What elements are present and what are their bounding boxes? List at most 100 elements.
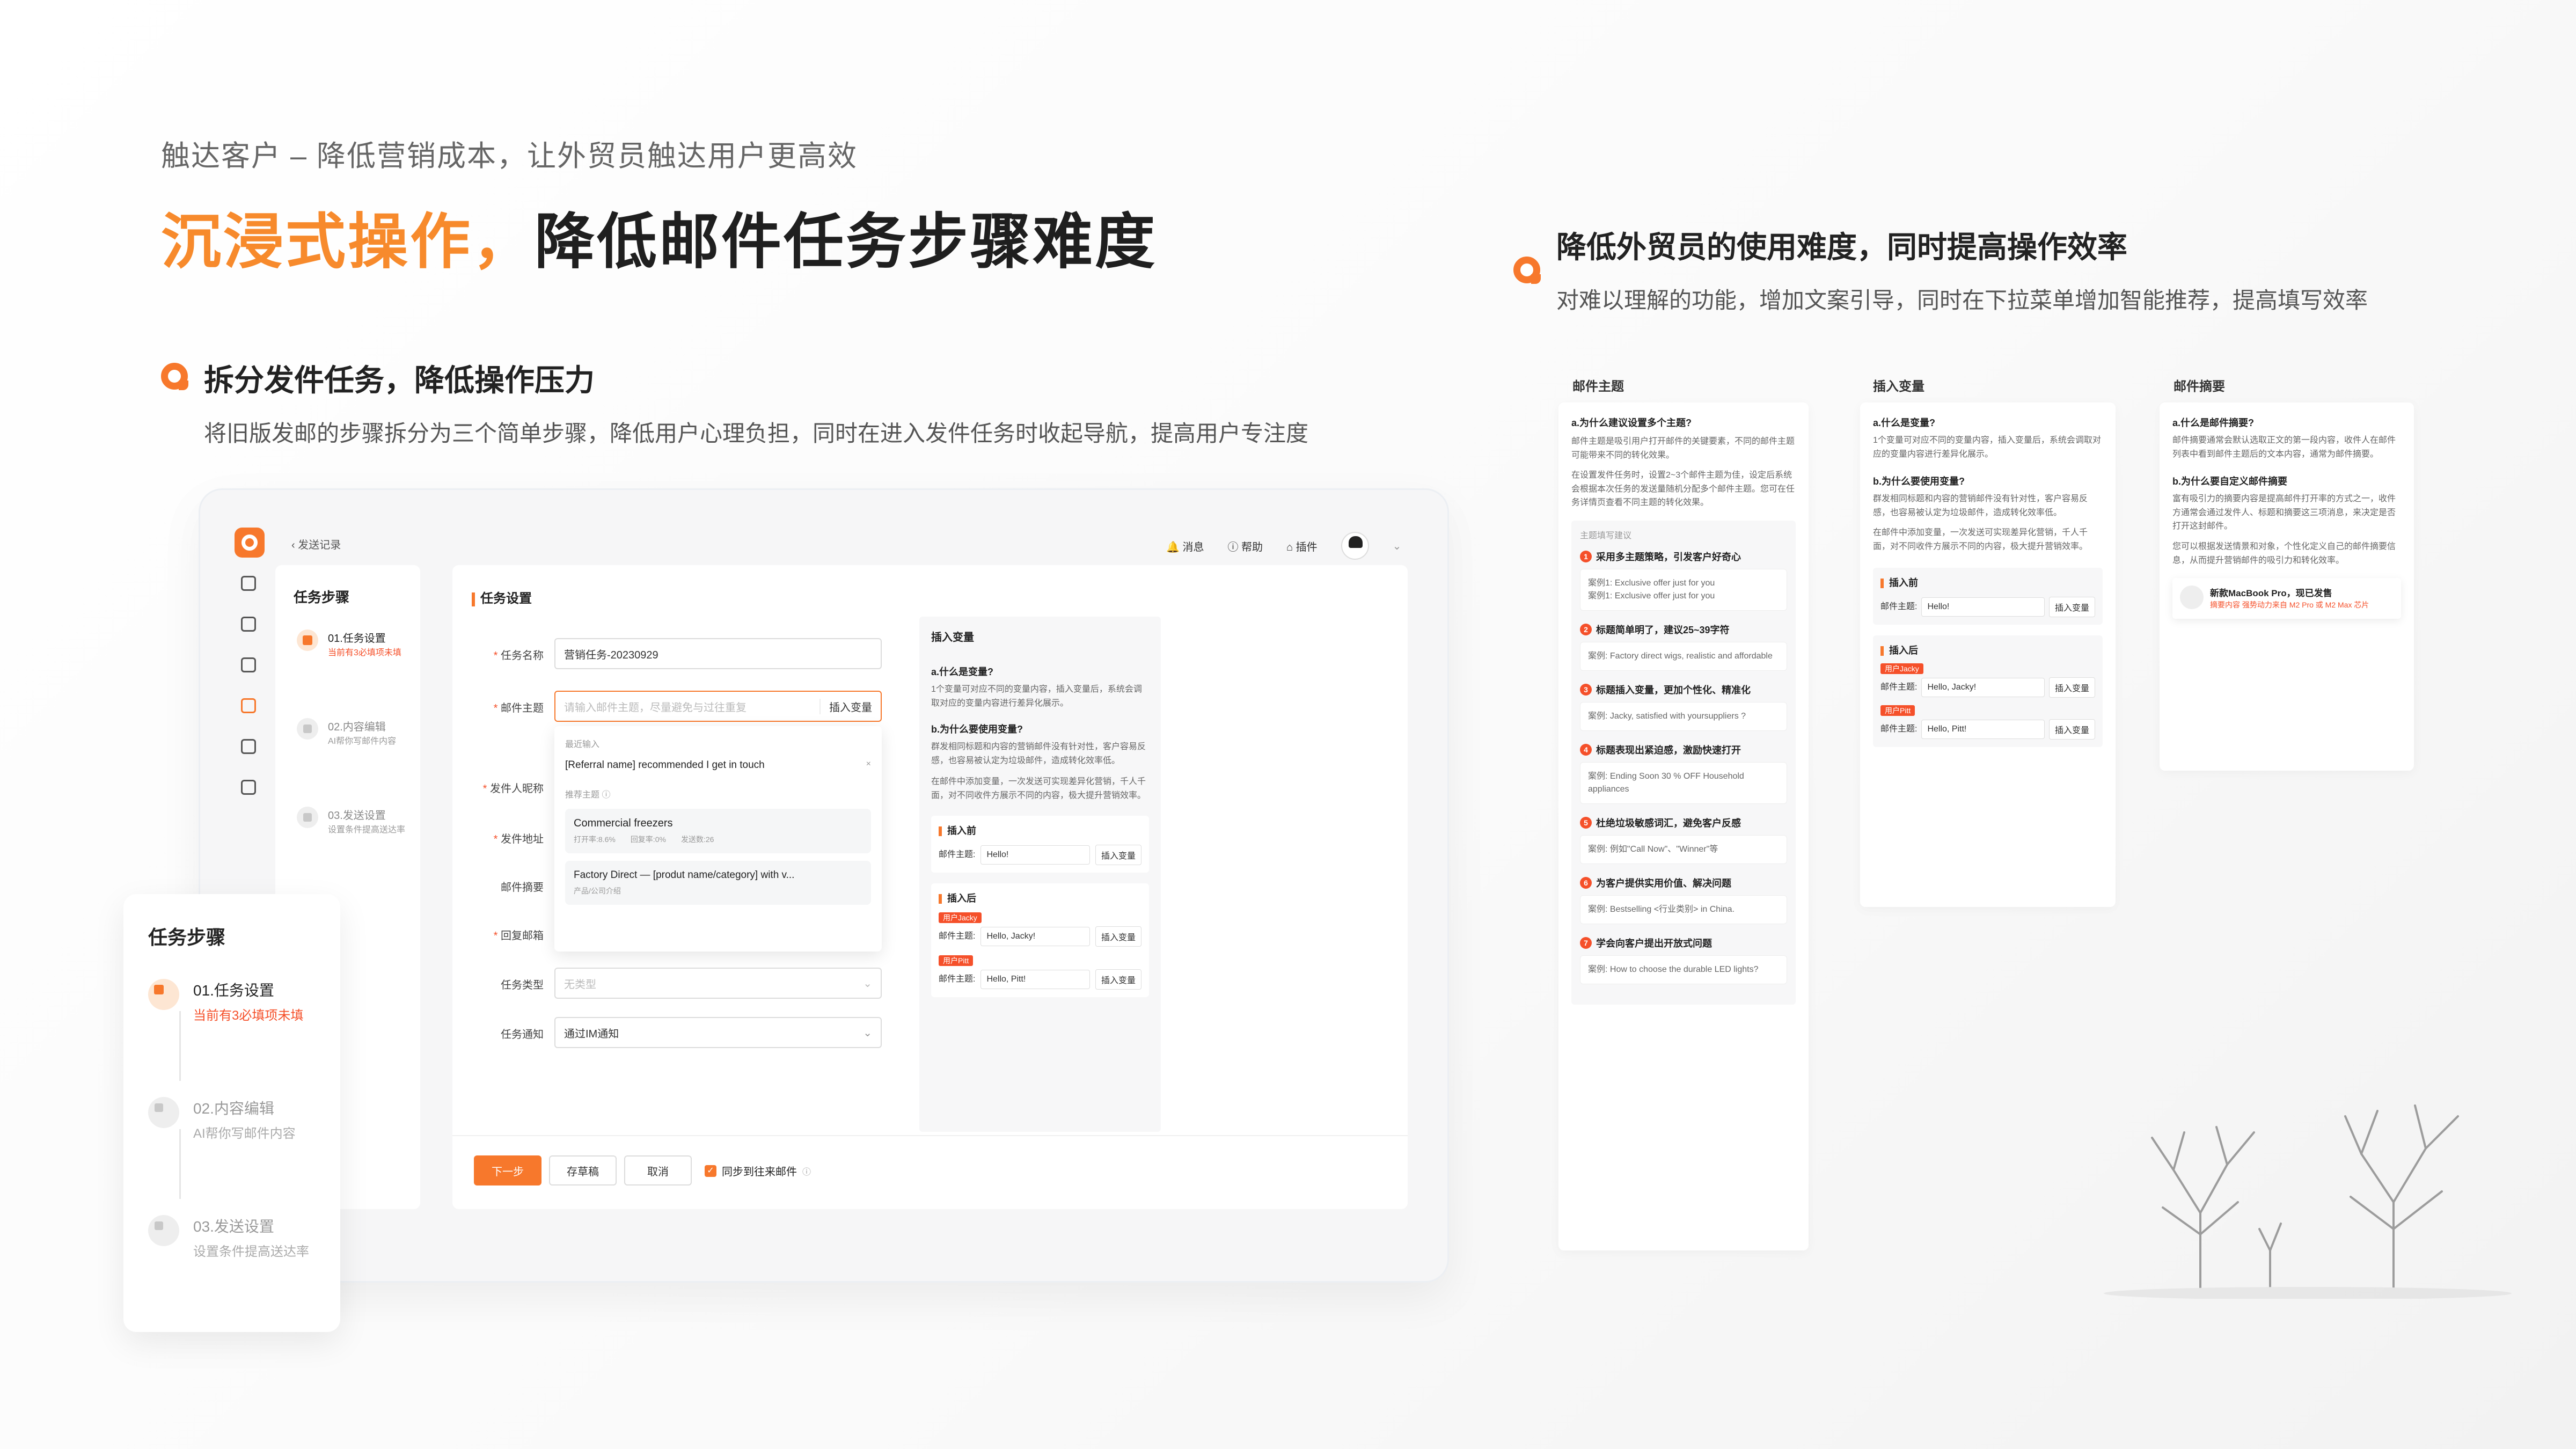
- subject-value: Hello!: [1921, 597, 2045, 617]
- variable-card: a.什么是变量? 1个变量可对应不同的变量内容，插入变量后，系统会调取对应的变量…: [1860, 402, 2116, 907]
- after-title-text: 插入后: [947, 892, 976, 904]
- subject-label: 邮件主题:: [1880, 724, 1918, 734]
- checkbox-checked-icon[interactable]: ✓: [705, 1165, 716, 1177]
- insert-var-button[interactable]: 插入变量: [1095, 926, 1141, 947]
- tip-number: 6: [1580, 876, 1592, 889]
- variable-help-panel: 插入变量 a.什么是变量? 1个变量可对应不同的变量内容，插入变量后，系统会调取…: [919, 617, 1161, 1132]
- recent-item[interactable]: [Referral name] recommended I get in tou…: [565, 759, 871, 771]
- insert-var-button[interactable]: 插入变量: [2048, 677, 2095, 698]
- subject-input[interactable]: 请输入邮件主题，尽量避免与过往重复 插入变量: [554, 691, 882, 722]
- var-before-box: 插入前 邮件主题: Hello! 插入变量: [1873, 567, 2103, 625]
- insert-var-button[interactable]: 插入变量: [819, 698, 872, 714]
- next-button[interactable]: 下一步: [474, 1155, 541, 1185]
- tip-title-text: 采用多主题策略，引发客户好奇心: [1596, 551, 1741, 562]
- tip-case: 案例: 例如"Call Now"、"Winner"等: [1588, 844, 1718, 854]
- recommend-label: 推荐主题 ⓘ: [565, 791, 611, 800]
- var-after-row: 邮件主题: Hello, Jacky! 插入变量: [1880, 677, 2095, 698]
- home-icon[interactable]: [241, 576, 256, 591]
- task-icon[interactable]: [241, 698, 256, 713]
- before-box: 插入前 邮件主题: Hello! 插入变量: [931, 815, 1149, 873]
- floating-step-1[interactable]: 01.任务设置 当前有3必填项未填: [148, 979, 303, 1023]
- step-1[interactable]: 01.任务设置 当前有3必填项未填: [297, 630, 401, 658]
- recommend-label-text: 推荐主题: [565, 791, 600, 800]
- tip-case: 案例: How to choose the durable LED lights…: [1588, 964, 1759, 974]
- section-left-title: 拆分发件任务，降低操作压力: [204, 363, 595, 397]
- recommend-item[interactable]: Commercial freezers 打开率:8.6% 回复率:0% 发送数:…: [565, 809, 871, 853]
- help-title: 插入变量: [931, 632, 974, 643]
- floating-step-3[interactable]: 03.发送设置 设置条件提高送达率: [148, 1215, 309, 1260]
- user-icon[interactable]: [241, 739, 256, 754]
- var-q2: b.为什么要使用变量?: [1873, 476, 1965, 487]
- back-link[interactable]: ‹ 发送记录: [291, 536, 341, 552]
- subject-label: 邮件主题:: [1880, 602, 1918, 611]
- step-sub: 设置条件提高送达率: [328, 825, 406, 835]
- tip-title-text: 学会向客户提出开放式问题: [1596, 938, 1712, 949]
- recommend-item[interactable]: Factory Direct — [produt name/category] …: [565, 861, 871, 905]
- subject-value: Hello, Pitt!: [1921, 719, 2045, 739]
- before-title: 插入前: [939, 823, 1141, 837]
- nav-plugins[interactable]: ⌂ 插件: [1286, 538, 1318, 554]
- form-panel: 任务设置 任务名称 营销任务-20230929 邮件主题 请输入邮件主题，尽量避…: [452, 565, 1408, 1209]
- chart-icon[interactable]: [241, 657, 256, 672]
- footer-divider: [452, 1135, 1408, 1136]
- tip-case-box: 案例: Factory direct wigs, realistic and a…: [1580, 641, 1787, 671]
- type-select[interactable]: 无类型 ⌄: [554, 968, 882, 999]
- var-before-row: 邮件主题: Hello! 插入变量: [1880, 596, 2095, 617]
- var-after-row: 邮件主题: Hello, Pitt! 插入变量: [1880, 719, 2095, 740]
- user-tag: 用户Pitt: [1880, 705, 1915, 716]
- tip-case: 案例1: Exclusive offer just for you: [1588, 591, 1715, 601]
- tip-case-box: 案例: Bestselling <行业类别> in China.: [1580, 895, 1787, 924]
- insert-var-button[interactable]: 插入变量: [2048, 719, 2095, 740]
- edit-step-icon: [148, 1097, 179, 1128]
- tip-title: 1 采用多主题策略，引发客户好奇心: [1580, 550, 1787, 564]
- step-sub: 当前有3必填项未填: [328, 648, 401, 657]
- tip-item: 7 学会向客户提出开放式问题 案例: How to choose the durab…: [1580, 936, 1787, 984]
- insert-var-button[interactable]: 插入变量: [2048, 596, 2095, 617]
- form-title-label: 任务设置: [480, 591, 532, 606]
- tree-decoration: [2104, 1104, 2512, 1299]
- tip-number: 1: [1580, 550, 1592, 562]
- cancel-button[interactable]: 取消: [624, 1155, 692, 1185]
- bullet-icon: [1513, 257, 1541, 284]
- before-row: 邮件主题: Hello! 插入变量: [939, 844, 1141, 865]
- chevron-down-icon: ⌄: [863, 1027, 872, 1039]
- var-before-text: 插入前: [1889, 577, 1918, 588]
- sum-a1: 邮件摘要通常会默认选取正文的第一段内容，收件人在邮件列表中看到邮件主题后的文本内…: [2172, 436, 2396, 459]
- nav-messages[interactable]: 🔔 消息: [1166, 538, 1204, 554]
- insert-var-button[interactable]: 插入变量: [1095, 969, 1141, 990]
- avatar[interactable]: [1341, 532, 1369, 560]
- chevron-down-icon[interactable]: ⌄: [1393, 539, 1402, 553]
- preview-title: 新款MacBook Pro，现已发售: [2210, 588, 2332, 599]
- title-rest: 降低邮件任务步骤难度: [535, 208, 1157, 275]
- tip-title-text: 标题简单明了，建议25~39字符: [1596, 624, 1730, 635]
- card-head-variable: 插入变量: [1873, 379, 1924, 394]
- sender-label: 发件人昵称: [469, 780, 544, 795]
- tip-title-text: 标题插入变量，更加个性化、精准化: [1596, 684, 1751, 696]
- type-label: 任务类型: [501, 979, 544, 991]
- step-2[interactable]: 02.内容编辑 AI帮你写邮件内容: [297, 718, 396, 747]
- subject-dropdown: 最近输入 [Referral name] recommended I get i…: [554, 726, 882, 952]
- save-draft-button[interactable]: 存草稿: [549, 1155, 617, 1185]
- subject-p2: 在设置发件任务时，设置2~3个邮件主题为佳，设定后系统会根据本次任务的发送量随机…: [1571, 471, 1795, 508]
- step-3[interactable]: 03.发送设置 设置条件提高送达率: [297, 807, 405, 835]
- tip-title: 2 标题简单明了，建议25~39字符: [1580, 623, 1787, 636]
- tip-case: 案例: Jacky, satisfied with yoursuppliers …: [1588, 711, 1746, 721]
- floating-step-2[interactable]: 02.内容编辑 AI帮你写邮件内容: [148, 1097, 296, 1141]
- subject-label: 邮件主题: [469, 699, 544, 715]
- mail-icon[interactable]: [241, 617, 256, 632]
- sum-a3: 您可以根据发送情景和对象，个性化定义自己的邮件摘要信息，从而提升营销邮件的吸引力…: [2172, 541, 2396, 565]
- tip-case-box: 案例: Ending Soon 30 % OFF Household appli…: [1580, 762, 1787, 804]
- insert-var-button[interactable]: 插入变量: [1095, 844, 1141, 865]
- settings-icon[interactable]: [241, 780, 256, 795]
- task-name-input[interactable]: 营销任务-20230929: [554, 638, 882, 669]
- tip-number: 5: [1580, 816, 1592, 829]
- icon-rail: [232, 576, 265, 795]
- help-a1: 1个变量可对应不同的变量内容，插入变量后，系统会调取对应的变量内容进行差异化展示…: [931, 685, 1142, 708]
- nav-help[interactable]: ⓘ 帮助: [1227, 538, 1263, 554]
- subject-value: Hello, Pitt!: [980, 969, 1090, 989]
- notify-select[interactable]: 通过IM通知 ⌄: [554, 1017, 882, 1048]
- app-window: ‹ 发送记录 🔔 消息 ⓘ 帮助 ⌂ 插件 ⌄ 任务步骤 01.任务设置 当前有3…: [199, 488, 1449, 1283]
- sync-checkbox[interactable]: ✓ 同步到往来邮件 ⓘ: [705, 1163, 811, 1179]
- floating-steps-card: 任务步骤 01.任务设置 当前有3必填项未填 02.内容编辑 AI帮你写邮件内容 0…: [123, 894, 340, 1332]
- close-icon[interactable]: ×: [866, 759, 871, 771]
